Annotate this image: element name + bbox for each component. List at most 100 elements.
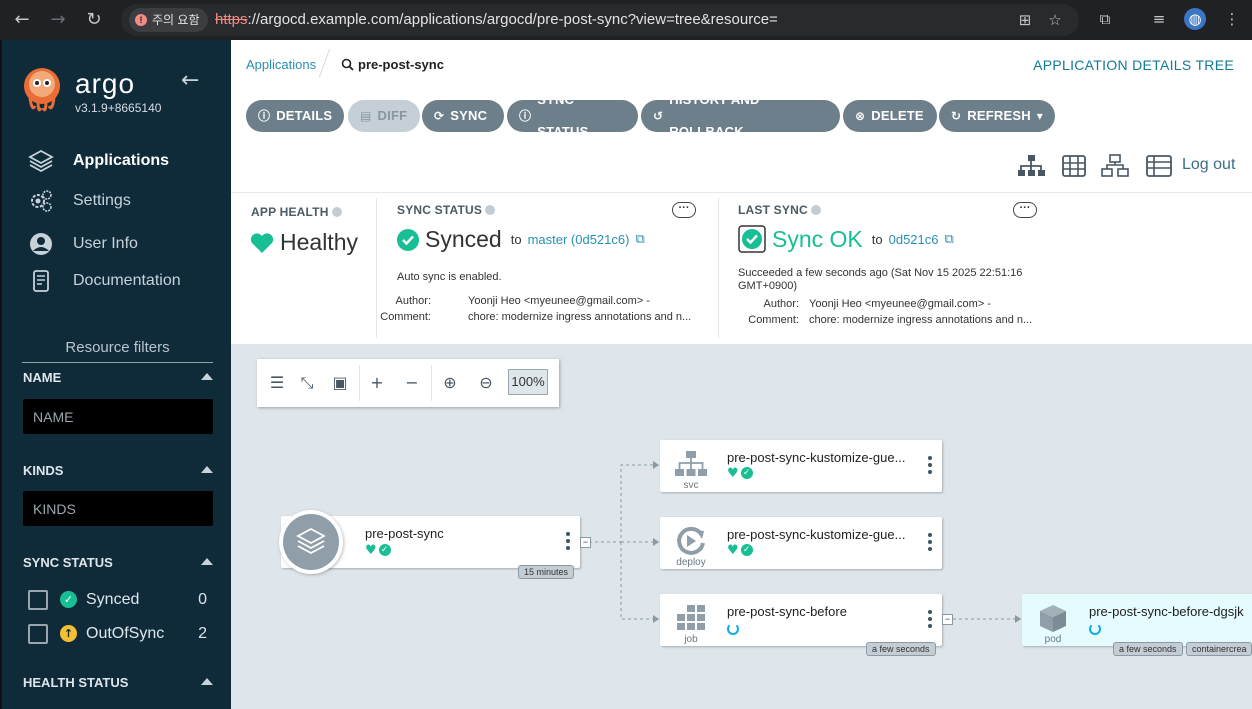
breadcrumb-applications-link[interactable]: Applications (246, 57, 316, 72)
synced-check-icon: ✓ (740, 467, 753, 479)
app-node-status: ♥ ✓ (365, 544, 391, 557)
profile-avatar[interactable]: ◍ (1184, 8, 1206, 30)
job-node-menu-icon[interactable] (928, 610, 932, 631)
bookmark-star-icon[interactable]: ☆ (1044, 9, 1066, 31)
collapse-triangle-icon[interactable] (201, 373, 213, 380)
collapse-sidebar-icon[interactable]: ← (181, 68, 199, 93)
job-node-collapse-toggle[interactable]: − (942, 614, 953, 625)
sync-status-filter-header[interactable]: SYNC STATUS (23, 555, 213, 570)
collapse-triangle-icon[interactable] (201, 466, 213, 473)
collapse-triangle-icon[interactable] (201, 678, 213, 685)
security-warning-chip[interactable]: ! 주의 요함 (129, 8, 208, 32)
media-queue-icon[interactable]: ≡ (1148, 8, 1170, 30)
pods-view-icon[interactable] (1060, 154, 1088, 178)
sync-status-button[interactable]: ⓘ SYNC STATUS (507, 92, 638, 139)
diff-button-label: DIFF (377, 108, 408, 123)
app-health-status: Healthy (250, 229, 358, 256)
app-health-label: APP HEALTH (251, 205, 329, 219)
external-link-icon[interactable]: ⧉ (945, 232, 954, 247)
synced-count: 0 (198, 591, 207, 608)
job-icon (677, 605, 705, 630)
app-node-collapse-toggle[interactable]: − (580, 537, 591, 548)
deploy-node[interactable]: deploy pre-post-sync-kustomize-gue... ♥ ✓ (660, 517, 942, 569)
kinds-filter-header[interactable]: KINDS (23, 463, 213, 478)
last-sync-revision-link[interactable]: 0d521c6 (889, 232, 939, 247)
last-sync-value: Sync OK (772, 225, 863, 252)
logout-link[interactable]: Log out (1182, 156, 1235, 174)
url-text[interactable]: https://argocd.example.com/applications/… (215, 4, 778, 36)
pod-node-age-tag: a few seconds (1113, 642, 1183, 656)
synced-checkbox[interactable] (28, 590, 48, 610)
browser-toolbar: ← → ↻ ! 주의 요함 https://argocd.example.com… (0, 0, 1252, 40)
nav-item-user-info[interactable]: User Info (2, 226, 231, 262)
delete-button[interactable]: ⊗ DELETE (843, 100, 937, 132)
refresh-button[interactable]: ↻ REFRESH ▾ (939, 100, 1055, 132)
deploy-node-menu-icon[interactable] (928, 533, 932, 554)
pod-node[interactable]: pod pre-post-sync-before-dgsjk (1022, 594, 1252, 646)
nav-item-documentation[interactable]: Documentation (2, 263, 231, 299)
help-icon[interactable] (331, 207, 342, 217)
action-toolbar: ⓘ DETAILS ▤ DIFF ⟳ SYNC ⓘ SYNC STATUS ↺ HISTO… (231, 92, 1252, 192)
help-icon[interactable] (810, 205, 821, 215)
list-view-icon[interactable] (1145, 154, 1173, 178)
history-icon: ↺ (653, 109, 664, 123)
name-filter-header[interactable]: NAME (23, 370, 213, 385)
name-filter-input[interactable] (23, 399, 213, 434)
sync-revision-link[interactable]: master (0d521c6) (528, 232, 630, 247)
layers-icon (283, 514, 339, 570)
collapse-triangle-icon[interactable] (201, 558, 213, 565)
svc-node-menu-icon[interactable] (928, 456, 932, 477)
author-value: Yoonji Heo <myeunee@gmail.com> - (468, 295, 650, 307)
tree-view-icon[interactable] (1017, 154, 1045, 178)
kinds-filter-input[interactable] (23, 491, 213, 526)
last-sync-summary: Sync OK to 0d521c6 ⧉ (738, 225, 954, 253)
comment-label: Comment: (748, 314, 799, 326)
extensions-icon[interactable]: ⧉ (1094, 8, 1116, 30)
svc-node-status: ♥ ✓ (727, 467, 753, 480)
app-node-age-tag: 15 minutes (518, 565, 575, 579)
nav-item-settings[interactable]: Settings (2, 183, 231, 219)
sync-status-more-button[interactable]: ··· (672, 202, 696, 218)
user-circle-icon (30, 233, 52, 255)
health-status-filter-header[interactable]: HEALTH STATUS (23, 675, 213, 690)
back-icon[interactable]: ← (8, 6, 36, 34)
healthy-heart-icon: ♥ (727, 543, 739, 558)
sync-status-summary: Synced to master (0d521c6) ⧉ (397, 226, 645, 253)
outofsync-checkbox[interactable] (28, 624, 48, 644)
author-value: Yoonji Heo <myeunee@gmail.com> - (809, 298, 991, 310)
translate-icon[interactable]: ⊞ (1014, 9, 1036, 31)
details-button-label: DETAILS (276, 108, 333, 123)
breadcrumb-current[interactable]: pre-post-sync (341, 57, 444, 72)
details-button[interactable]: ⓘ DETAILS (246, 100, 344, 132)
comment-value: chore: modernize ingress annotations and… (468, 311, 692, 323)
app-node-name: pre-post-sync (365, 526, 444, 541)
resource-tree-canvas[interactable]: ☰ ⤡ ▣ + − ⊕ ⊖ 100% pre-post-sync ♥ ✓ − 15… (231, 344, 1252, 709)
forward-icon[interactable]: → (44, 6, 72, 34)
help-icon[interactable] (485, 205, 496, 215)
pod-node-status (1089, 622, 1101, 640)
app-node-icon-ring (279, 510, 343, 574)
job-node[interactable]: job pre-post-sync-before (660, 594, 942, 646)
sync-status-label: SYNC STATUS (397, 203, 483, 217)
diff-button[interactable]: ▤ DIFF (348, 100, 420, 132)
status-panel: APP HEALTH Healthy SYNC STATUS ··· Synce… (231, 192, 1252, 344)
page-title: APPLICATION DETAILS TREE (1033, 57, 1234, 73)
external-link-icon[interactable]: ⧉ (635, 232, 644, 247)
brand-name: argo (75, 68, 136, 99)
sync-button[interactable]: ⟳ SYNC (422, 100, 504, 132)
history-rollback-button[interactable]: ↺ HISTORY AND ROLLBACK (641, 92, 840, 139)
reload-icon[interactable]: ↻ (80, 6, 108, 34)
network-view-icon[interactable] (1101, 154, 1129, 178)
last-sync-more-button[interactable]: ··· (1013, 202, 1037, 218)
browser-menu-icon[interactable]: ⋮ (1221, 8, 1243, 30)
app-node-menu-icon[interactable] (566, 532, 570, 553)
svc-node[interactable]: svc pre-post-sync-kustomize-gue... ♥ ✓ (660, 440, 942, 492)
address-bar[interactable]: ! 주의 요함 https://argocd.example.com/appli… (121, 4, 1079, 36)
nav-item-label: Applications (73, 152, 170, 169)
synced-check-icon: ✓ (740, 544, 753, 556)
argo-logo (24, 68, 60, 112)
nav-item-applications[interactable]: Applications (2, 143, 231, 179)
url-path: ://argocd.example.com/applications/argoc… (247, 11, 778, 28)
progressing-spinner-icon (727, 623, 739, 635)
synced-option-label: Synced (86, 591, 140, 608)
